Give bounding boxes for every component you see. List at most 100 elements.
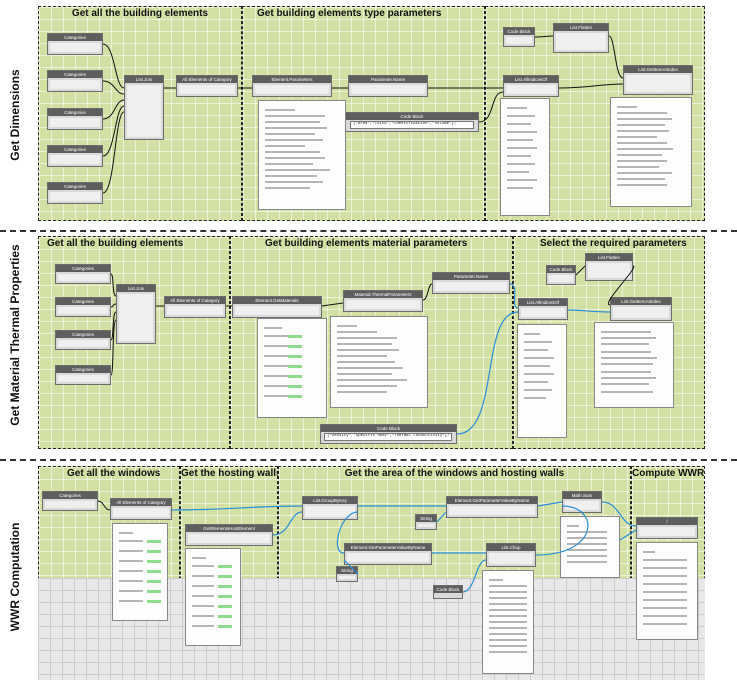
node-title: Code Block [321, 425, 456, 432]
node-title: Element.GetParameterValueByName [447, 497, 537, 504]
list-join-node[interactable]: List.Join [124, 75, 164, 140]
node-title: Categories [48, 109, 102, 116]
get-parameter-value-node[interactable]: Element.GetParameterValueByName [446, 496, 538, 518]
material-thermal-node[interactable]: Material.ThermalParameters [343, 290, 423, 312]
node-title: List.Join [125, 76, 163, 83]
list-flatten-node[interactable]: List.Flatten [585, 253, 633, 281]
node-title: Math.Sum [563, 492, 601, 499]
categories-node[interactable]: Categories [47, 182, 103, 204]
categories-node[interactable]: Categories [47, 108, 103, 130]
watch-panel [594, 322, 674, 408]
math-sum-node[interactable]: Math.Sum [562, 491, 602, 513]
group-title: Get the area of the windows and hosting … [344, 468, 565, 479]
node-title: String [416, 515, 436, 522]
node-title: List.GetItemAtIndex [624, 66, 692, 73]
node-title: All Elements of Category [177, 76, 237, 83]
node-title: String [337, 567, 357, 574]
node-title: Code Block [346, 113, 478, 120]
node-title: Code Block [434, 586, 462, 593]
group-title: Get all the building elements [47, 238, 184, 249]
node-title: Code Block [504, 28, 534, 35]
watch-panel [185, 548, 241, 646]
categories-node[interactable]: Categories [47, 33, 103, 55]
node-title: Categories [48, 34, 102, 41]
string-node[interactable]: String [336, 566, 358, 582]
categories-node[interactable]: Categories [55, 297, 111, 317]
parameter-name-node[interactable]: Parameter.Name [348, 75, 428, 97]
list-getitem-node[interactable]: List.GetItemAtIndex [610, 297, 672, 321]
row-label-material: Get Material Thermal Properties [8, 244, 22, 426]
code-block-node[interactable]: Code Block [503, 27, 535, 47]
watch-panel [258, 100, 346, 210]
watch-panel [636, 542, 698, 640]
parameter-name-node[interactable]: Parameter.Name [432, 272, 510, 294]
list-groupbykey-node[interactable]: List.GroupByKey [302, 496, 358, 520]
node-title: Categories [56, 331, 110, 338]
node-title: Element.GetParameterValueByName [345, 544, 431, 551]
categories-node[interactable]: Categories [55, 365, 111, 385]
row-label-wwr: WWR Computation [8, 522, 22, 632]
watch-panel [560, 516, 620, 578]
element-parameters-node[interactable]: Element.Parameters [252, 75, 332, 97]
node-title: List.Flatten [554, 24, 608, 31]
code-block-text[interactable]: {"Area","Thick","Identification","Volume… [350, 121, 474, 129]
node-title: Categories [56, 366, 110, 373]
node-title: All Elements of Category [111, 499, 171, 506]
list-flatten-node[interactable]: List.Flatten [553, 23, 609, 53]
code-block-node[interactable]: Code Block [546, 265, 576, 285]
node-title: List.GroupByKey [303, 497, 357, 504]
categories-node[interactable]: Categories [55, 264, 111, 284]
categories-node[interactable]: Categories [47, 70, 103, 92]
watch-panel [257, 318, 327, 418]
string-node[interactable]: String [415, 514, 437, 530]
all-elements-node[interactable]: All Elements of Category [176, 75, 238, 97]
list-join-node[interactable]: List.Join [116, 284, 156, 344]
row-label-dimensions: Get Dimensions [8, 69, 22, 161]
all-elements-node[interactable]: All Elements of Category [110, 498, 172, 520]
node-title: Element.Parameters [253, 76, 331, 83]
watch-panel [482, 570, 534, 674]
node-title: All Elements of Category [165, 297, 225, 304]
group-title: Get building elements type parameters [257, 8, 442, 19]
node-title: GetElementsHostElement [186, 525, 272, 532]
row-separator [0, 230, 737, 232]
watch-panel [500, 98, 550, 216]
group-title: Get all the windows [67, 468, 161, 479]
all-elements-node[interactable]: All Elements of Category [164, 296, 226, 318]
group-title: Get building elements material parameter… [265, 238, 468, 249]
node-title: List.Chop [487, 544, 535, 551]
list-chop-node[interactable]: List.Chop [486, 543, 536, 567]
categories-node[interactable]: Categories [47, 145, 103, 167]
group-title: Compute WWR [632, 468, 705, 479]
node-title: Code Block [547, 266, 575, 273]
node-title: List.GetItemAtIndex [611, 298, 671, 305]
row-separator [0, 459, 737, 461]
node-title: Categories [56, 298, 110, 305]
node-title: Element.GetMaterials [233, 297, 321, 304]
divide-node[interactable]: / [636, 517, 698, 539]
list-getitem-node[interactable]: List.GetItemAtIndex [623, 65, 693, 95]
get-parameter-value-node[interactable]: Element.GetParameterValueByName [344, 543, 432, 565]
node-title: Categories [48, 71, 102, 78]
node-title: Categories [43, 492, 97, 499]
code-block-text[interactable]: {"Density","Specific Heat","Thermal Cond… [324, 433, 452, 441]
node-title: List.Flatten [586, 254, 632, 261]
node-title: Parameter.Name [433, 273, 509, 280]
watch-panel [330, 316, 428, 408]
group-title: Select the required parameters [540, 238, 687, 249]
get-host-element-node[interactable]: GetElementsHostElement [185, 524, 273, 546]
categories-node[interactable]: Categories [42, 491, 98, 511]
node-title: List.AllIndicesOf [504, 76, 558, 83]
node-title: Categories [48, 146, 102, 153]
node-title: Parameter.Name [349, 76, 427, 83]
code-block-node[interactable]: Code Block [433, 585, 463, 599]
categories-node[interactable]: Categories [55, 330, 111, 350]
node-title: Categories [48, 183, 102, 190]
node-title: / [637, 518, 697, 525]
element-getmaterials-node[interactable]: Element.GetMaterials [232, 296, 322, 318]
node-title: Material.ThermalParameters [344, 291, 422, 298]
node-title: List.Join [117, 285, 155, 292]
list-allindicesof-node[interactable]: List.AllIndicesOf [503, 75, 559, 97]
list-allindicesof-node[interactable]: List.AllIndicesOf [518, 298, 568, 320]
node-title: Categories [56, 265, 110, 272]
